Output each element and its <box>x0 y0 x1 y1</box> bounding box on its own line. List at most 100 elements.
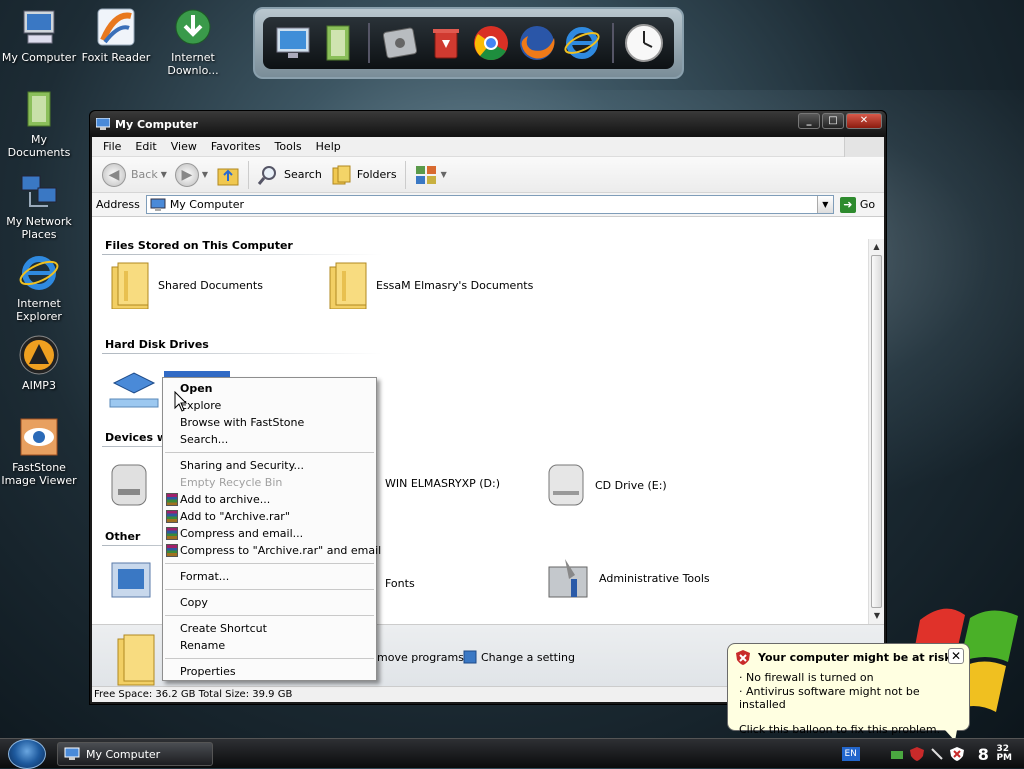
clock-hour: 8 <box>977 744 989 764</box>
desktop-icon-aimp3[interactable]: AIMP3 <box>0 334 78 392</box>
item-label: EssaM Elmasry's Documents <box>376 278 534 292</box>
computer-icon <box>150 198 166 211</box>
window-titlebar[interactable]: My Computer _ □ ✕ <box>90 111 886 137</box>
desktop-icon-my-network-places[interactable]: My Network Places <box>0 170 78 241</box>
network-tray-icon[interactable] <box>890 747 904 761</box>
vertical-scrollbar[interactable]: ▲ ▼ <box>868 239 884 624</box>
taskbar-button-my-computer[interactable]: My Computer <box>57 742 213 766</box>
internet-explorer-dock-icon[interactable] <box>562 23 602 63</box>
menu-edit[interactable]: Edit <box>128 140 163 153</box>
safely-remove-tray-icon[interactable] <box>930 747 944 761</box>
scroll-down-arrow-icon[interactable]: ▼ <box>869 608 884 624</box>
settings-icon <box>463 650 477 664</box>
menu-item-rename[interactable]: Rename <box>163 637 376 654</box>
item-administrative-tools[interactable]: Administrative Tools <box>545 555 710 601</box>
computer-icon <box>18 6 60 48</box>
desktop-icon-internet-download-manager[interactable]: Internet Downlo... <box>154 6 232 77</box>
desktop-icon-label: Internet Downlo... <box>167 51 219 77</box>
menu-item-format[interactable]: Format... <box>163 568 376 585</box>
go-label: Go <box>859 198 876 211</box>
firefox-icon[interactable] <box>517 23 557 63</box>
minimize-button[interactable]: _ <box>798 113 820 129</box>
chevron-down-icon[interactable]: ▼ <box>202 170 208 179</box>
chevron-down-icon: ▼ <box>440 170 447 179</box>
change-setting-label: Change a setting <box>481 650 575 664</box>
back-label: Back <box>131 168 158 181</box>
desktop-icon-faststone-image-viewer[interactable]: FastStone Image Viewer <box>0 416 78 487</box>
menu-item-label: Compress and email... <box>180 527 304 540</box>
menu-separator <box>165 658 374 659</box>
menu-item-sharing-security[interactable]: Sharing and Security... <box>163 457 376 474</box>
group-header-hard-disk-drives: Hard Disk Drives <box>105 338 209 351</box>
item-label: CD Drive (E:) <box>595 478 667 492</box>
menu-item-open[interactable]: Open <box>163 380 376 397</box>
scrollbar-thumb[interactable] <box>871 255 882 608</box>
menu-item-explore[interactable]: Explore <box>163 397 376 414</box>
security-alert-tray-icon[interactable] <box>949 747 964 761</box>
item-drive-d[interactable]: WIN ELMASRYXP (D:) <box>379 477 500 490</box>
item-floppy-drive[interactable] <box>108 461 152 509</box>
desktop-icon-my-documents[interactable]: My Documents <box>0 88 78 159</box>
item-user-documents[interactable]: EssaM Elmasry's Documents <box>326 261 533 309</box>
removable-drive-icon <box>111 464 147 506</box>
documents-icon[interactable] <box>319 23 359 63</box>
chevron-down-icon[interactable]: ▼ <box>816 196 833 213</box>
views-button[interactable]: ▼ <box>410 160 451 190</box>
administrative-tools-icon <box>548 559 588 598</box>
close-button[interactable]: ✕ <box>846 113 882 129</box>
item-shared-documents[interactable]: Shared Documents <box>108 261 263 309</box>
menu-favorites[interactable]: Favorites <box>204 140 268 153</box>
back-button[interactable]: ◀ Back ▼ <box>98 160 171 190</box>
remove-programs-link[interactable]: move programs <box>377 651 464 664</box>
item-cd-drive-e[interactable]: CD Drive (E:) <box>545 461 667 509</box>
menu-item-add-to-archive-rar[interactable]: Add to "Archive.rar" <box>163 508 376 525</box>
taskbar: My Computer EN 8 32 PM <box>0 738 1024 769</box>
desktop-icon-internet-explorer[interactable]: Internet Explorer <box>0 252 78 323</box>
menu-item-create-shortcut[interactable]: Create Shortcut <box>163 620 376 637</box>
chrome-icon[interactable] <box>471 23 511 63</box>
item-control-panel[interactable] <box>108 555 158 605</box>
up-folder-button[interactable] <box>212 160 244 190</box>
address-input[interactable]: My Computer ▼ <box>145 195 834 214</box>
foxit-reader-icon <box>95 6 137 48</box>
search-button[interactable]: Search <box>253 160 326 190</box>
balloon-close-button[interactable]: ✕ <box>948 648 964 664</box>
computer-icon <box>96 118 110 130</box>
monitor-icon[interactable] <box>273 23 313 63</box>
recycle-bin-icon[interactable] <box>426 23 466 63</box>
menu-help[interactable]: Help <box>309 140 348 153</box>
menu-item-compress-email[interactable]: Compress and email... <box>163 525 376 542</box>
desktop-icon-label: My Network Places <box>6 215 72 241</box>
desktop-icon-foxit-reader[interactable]: Foxit Reader <box>77 6 155 64</box>
menu-item-copy[interactable]: Copy <box>163 594 376 611</box>
change-setting-link[interactable]: Change a setting <box>463 650 575 664</box>
hard-drive-icon <box>109 372 159 408</box>
forward-button[interactable]: ▶ ▼ <box>171 160 212 190</box>
menu-separator <box>165 589 374 590</box>
menu-item-add-to-archive[interactable]: Add to archive... <box>163 491 376 508</box>
start-button[interactable] <box>8 739 46 769</box>
security-alert-balloon[interactable]: Your computer might be at risk ✕ · No fi… <box>727 643 970 741</box>
security-tray-icon[interactable] <box>909 747 924 761</box>
scroll-up-arrow-icon[interactable]: ▲ <box>869 239 884 255</box>
folders-icon <box>332 165 351 184</box>
menu-tools[interactable]: Tools <box>268 140 309 153</box>
menu-item-browse-faststone[interactable]: Browse with FastStone <box>163 414 376 431</box>
folders-button[interactable]: Folders <box>326 160 401 190</box>
taskbar-clock[interactable]: 8 32 PM <box>977 744 1012 764</box>
go-button[interactable]: ➜ Go <box>839 196 876 213</box>
menu-item-compress-rar-email[interactable]: Compress to "Archive.rar" and email <box>163 542 381 559</box>
menu-view[interactable]: View <box>164 140 204 153</box>
menu-item-properties[interactable]: Properties <box>163 663 376 680</box>
mouse-cursor-icon <box>174 391 188 412</box>
desktop-icon-label: FastStone Image Viewer <box>1 461 77 487</box>
desktop-icon-my-computer[interactable]: My Computer <box>0 6 78 64</box>
chevron-down-icon[interactable]: ▼ <box>161 170 167 179</box>
item-fonts[interactable]: Fonts <box>379 577 415 590</box>
menu-file[interactable]: File <box>96 140 128 153</box>
menu-item-search[interactable]: Search... <box>163 431 376 448</box>
clock-icon[interactable] <box>624 23 664 63</box>
maximize-button[interactable]: □ <box>822 113 844 129</box>
control-panel-icon[interactable] <box>380 23 420 63</box>
language-indicator[interactable]: EN <box>841 747 860 761</box>
